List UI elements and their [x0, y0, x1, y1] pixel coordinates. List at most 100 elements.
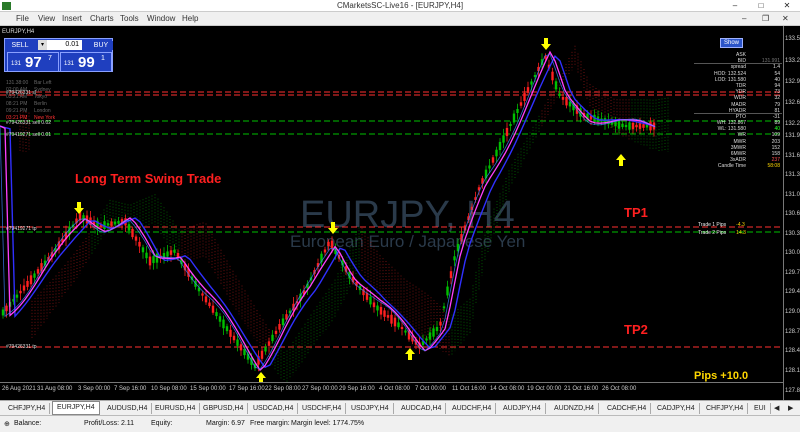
order-label[interactable]: #79419271 tp [6, 226, 37, 232]
menu-view[interactable]: View [38, 14, 55, 23]
candle-body [635, 124, 638, 128]
candle-body [453, 256, 456, 261]
trade2-pips: Trade 2 Pips 14.3 [698, 230, 746, 236]
menu-insert[interactable]: Insert [62, 14, 82, 23]
time-tick: 17 Sep 16:00 [229, 386, 265, 392]
chart-canvas[interactable]: EURJPY, H4 European Euro / Japanese Yen [0, 26, 783, 385]
candle-body [36, 269, 40, 274]
candle-body [113, 221, 117, 225]
sell-price-prefix: 131 [11, 61, 22, 67]
arrow-up-icon [616, 154, 626, 166]
candle-body [173, 249, 176, 253]
price-tick: 133.580 [785, 36, 800, 42]
tab-chart[interactable]: CADCHF,H4 [603, 403, 652, 414]
candle-body [386, 315, 390, 318]
candle-body [239, 344, 243, 351]
price-chart[interactable]: EURJPY, H4 European Euro / Japanese Yen [0, 26, 800, 400]
time-tick: 26 Aug 2021 [2, 386, 36, 392]
price-tick: 131.015 [785, 192, 800, 198]
tab-chart[interactable]: EURJPY,H4 [52, 401, 100, 415]
menu-charts[interactable]: Charts [90, 14, 114, 23]
candle-body [208, 302, 211, 307]
candle-body [488, 165, 491, 169]
trade1-pips-label: Trade 1 Pips [698, 222, 727, 228]
sell-price[interactable]: 131 97 7 [7, 52, 59, 72]
time-axis: 26 Aug 2021 31 Aug 08:00 3 Sep 00:00 7 Sep … [0, 382, 783, 399]
minimize-button[interactable]: – [722, 0, 748, 12]
time-tick: 26 Oct 08:00 [602, 386, 637, 392]
menu-help[interactable]: Help [182, 14, 198, 23]
chart-tabs: EUI CHFJPY,H4 CADJPY,H4 CADCHF,H4 AUDNZD,H4 A… [0, 400, 800, 415]
tab-chart[interactable]: EUI [750, 403, 771, 414]
tab-chart[interactable]: CHFJPY,H4 [702, 403, 749, 414]
session-row: 09:21 PM London [6, 108, 55, 115]
tab-chart[interactable]: AUDJPY,H4 [499, 403, 546, 414]
trade1-pips: Trade 1 Pips -4.3 [698, 222, 745, 228]
order-label[interactable]: #79426331 sell 0.02 [6, 120, 51, 126]
candle-body [617, 120, 621, 129]
status-margin: Margin: 6.97 [206, 420, 245, 427]
candle-body [281, 318, 285, 326]
tab-chart[interactable]: AUDCAD,H4 [397, 403, 447, 414]
menu-window[interactable]: Window [147, 14, 175, 23]
arrow-down-icon [541, 38, 551, 50]
close-button[interactable]: ✕ [774, 0, 800, 12]
price-tick: 128.775 [785, 329, 800, 335]
session-clock-list: 131.38:00 Bar Left 02:00 AM Sydney 03:21 AM T… [6, 80, 55, 122]
time-tick: 3 Sep 00:00 [78, 386, 111, 392]
info-row: Candle Time 58:08 [694, 163, 782, 169]
tab-chart[interactable]: AUDUSD,H4 [103, 403, 153, 414]
order-label[interactable]: #79419271 sell 0.01 [6, 132, 51, 138]
mdi-restore-button[interactable]: ❐ [762, 12, 769, 26]
tab-chart[interactable]: EURUSD,H4 [151, 403, 201, 414]
mdi-minimize-button[interactable]: – [742, 12, 746, 26]
tab-chart[interactable]: CADJPY,H4 [653, 403, 700, 414]
candle-body [519, 102, 523, 106]
buy-price-prefix: 131 [64, 61, 75, 67]
tab-chart[interactable]: CHFJPY,H4 [4, 403, 51, 414]
candle-body [495, 149, 498, 157]
candle-body [631, 122, 635, 130]
tab-chart[interactable]: USDJPY,H4 [347, 403, 394, 414]
candle-body [642, 124, 645, 128]
tab-chart[interactable]: AUDNZD,H4 [550, 403, 600, 414]
tab-chart[interactable]: USDCHF,H4 [298, 403, 347, 414]
candle-body [512, 113, 516, 123]
candle-body [204, 296, 208, 303]
candle-body [267, 341, 271, 346]
tab-chart[interactable]: USDCAD,H4 [249, 403, 299, 414]
tab-scroll-right-icon[interactable]: ▶ [784, 403, 797, 414]
sell-button[interactable]: SELL [8, 41, 32, 50]
menu-tools[interactable]: Tools [120, 14, 139, 23]
candle-body [376, 305, 379, 311]
status-profit: Profit/Loss: 2.11 [84, 420, 135, 427]
order-label[interactable]: #79426331 tp [6, 344, 37, 350]
candle-body [134, 236, 138, 241]
time-tick: 19 Oct 00:00 [527, 386, 562, 392]
price-tick: 131.982 [785, 133, 800, 139]
candle-body [372, 302, 376, 308]
info-value: 58:08 [767, 163, 780, 170]
candle-body [218, 316, 222, 322]
lot-dropdown-icon[interactable]: ▾ [38, 40, 47, 50]
order-label[interactable]: #79426331 sl [6, 90, 36, 96]
window-title: CMarketsSC-Live16 - [EURJPY,H4] [336, 1, 464, 10]
session-row: 131.38:00 Bar Left [6, 80, 55, 87]
candle-body [323, 249, 327, 253]
tab-scroll-left-icon[interactable]: ◀ [770, 403, 783, 414]
candle-body [127, 224, 131, 231]
candle-body [505, 127, 509, 137]
candle-body [446, 286, 449, 296]
maximize-button[interactable]: □ [748, 0, 774, 12]
time-tick: 4 Oct 08:00 [379, 386, 411, 392]
tab-chart[interactable]: GBPUSD,H4 [199, 403, 249, 414]
annotation-title: Long Term Swing Trade [75, 171, 222, 186]
tab-chart[interactable]: AUDCHF,H4 [448, 403, 497, 414]
buy-price[interactable]: 131 99 1 [60, 52, 112, 72]
buy-button[interactable]: BUY [89, 41, 113, 50]
candle-body [33, 273, 36, 278]
mdi-close-button[interactable]: ✕ [782, 12, 789, 26]
candle-body [379, 307, 383, 315]
show-button[interactable]: Show [720, 38, 743, 48]
menu-file[interactable]: File [16, 14, 29, 23]
